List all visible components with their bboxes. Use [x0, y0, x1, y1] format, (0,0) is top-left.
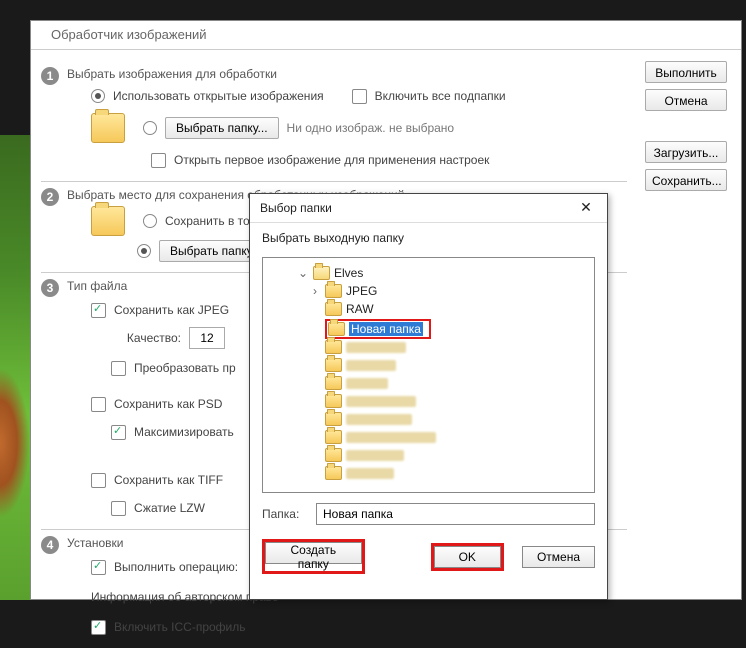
- execute-button[interactable]: Выполнить: [645, 61, 727, 83]
- folder-icon: [325, 430, 342, 444]
- section-select-images: 1 Выбрать изображения для обработки Испо…: [41, 61, 627, 182]
- radio-choose-folder[interactable]: [137, 244, 151, 258]
- folder-icon: [325, 466, 342, 480]
- label-save-psd: Сохранить как PSD: [114, 397, 222, 411]
- tree-item[interactable]: JPEG: [346, 284, 377, 298]
- folder-icon: [313, 266, 330, 280]
- folder-icon: [325, 394, 342, 408]
- checkbox-include-subfolders[interactable]: [352, 89, 367, 104]
- folder-icon: [325, 340, 342, 354]
- save-button[interactable]: Сохранить...: [645, 169, 727, 191]
- folder-icon: [325, 358, 342, 372]
- folder-icon: [325, 376, 342, 390]
- dialog-subtitle: Выбрать выходную папку: [250, 223, 607, 251]
- create-folder-highlight: Создать папку: [262, 539, 365, 574]
- select-folder-button-1[interactable]: Выбрать папку...: [165, 117, 279, 139]
- step-3-badge: 3: [41, 279, 59, 297]
- blurred-item: [346, 450, 404, 461]
- label-convert-profile: Преобразовать пр: [134, 361, 236, 375]
- label-include-icc: Включить ICC-профиль: [114, 620, 246, 634]
- folder-icon: [325, 448, 342, 462]
- folder-icon: [325, 284, 342, 298]
- radio-select-folder[interactable]: [143, 121, 157, 135]
- background-photo: [0, 135, 31, 600]
- step-1-title: Выбрать изображения для обработки: [41, 67, 627, 81]
- checkbox-run-action[interactable]: [91, 560, 106, 575]
- blurred-item: [346, 378, 388, 389]
- blurred-item: [346, 468, 394, 479]
- blurred-item: [346, 414, 412, 425]
- label-quality: Качество:: [111, 331, 181, 345]
- chevron-right-icon[interactable]: ›: [309, 284, 321, 298]
- cancel-button[interactable]: Отмена: [645, 89, 727, 111]
- checkbox-save-tiff[interactable]: [91, 473, 106, 488]
- blurred-item: [346, 432, 436, 443]
- folder-icon: [325, 412, 342, 426]
- checkbox-convert-profile[interactable]: [111, 361, 126, 376]
- folder-name-input[interactable]: [316, 503, 595, 525]
- quality-input[interactable]: [189, 327, 225, 349]
- load-button[interactable]: Загрузить...: [645, 141, 727, 163]
- no-image-selected-text: Ни одно изображ. не выбрано: [287, 121, 455, 135]
- checkbox-save-jpeg[interactable]: [91, 303, 106, 318]
- radio-same-location[interactable]: [143, 214, 157, 228]
- tree-item[interactable]: RAW: [346, 302, 374, 316]
- checkbox-open-first[interactable]: [151, 153, 166, 168]
- checkbox-maximize-compat[interactable]: [111, 425, 126, 440]
- new-folder-highlight: Новая папка: [325, 319, 431, 339]
- checkbox-save-psd[interactable]: [91, 397, 106, 412]
- new-folder-editing[interactable]: Новая папка: [349, 322, 423, 336]
- chevron-down-icon[interactable]: ⌄: [297, 266, 309, 280]
- tree-root[interactable]: Elves: [334, 266, 363, 280]
- label-run-action: Выполнить операцию:: [114, 560, 238, 574]
- blurred-item: [346, 342, 406, 353]
- checkbox-include-icc[interactable]: [91, 620, 106, 635]
- checkbox-lzw[interactable]: [111, 501, 126, 516]
- folder-icon: [328, 322, 345, 336]
- label-include-subfolders: Включить все подпапки: [375, 89, 506, 103]
- folder-field-label: Папка:: [262, 507, 306, 521]
- label-save-tiff: Сохранить как TIFF: [114, 473, 223, 487]
- dialog-cancel-button[interactable]: Отмена: [522, 546, 595, 568]
- label-use-open-images: Использовать открытые изображения: [113, 89, 324, 103]
- label-lzw: Сжатие LZW: [134, 501, 205, 515]
- dialog-title: Выбор папки: [260, 201, 332, 215]
- blurred-item: [346, 396, 416, 407]
- radio-use-open-images[interactable]: [91, 89, 105, 103]
- ok-highlight: OK: [431, 543, 504, 571]
- label-maximize: Максимизировать: [134, 425, 234, 439]
- step-4-badge: 4: [41, 536, 59, 554]
- folder-tree[interactable]: ⌄ Elves › JPEG RAW Новая папка: [262, 257, 595, 493]
- blurred-item: [346, 360, 396, 371]
- folder-icon: [91, 206, 125, 236]
- folder-icon: [91, 113, 125, 143]
- step-1-badge: 1: [41, 67, 59, 85]
- folder-icon: [325, 302, 342, 316]
- ok-button[interactable]: OK: [434, 546, 501, 568]
- close-icon[interactable]: ✕: [573, 198, 599, 218]
- label-open-first: Открыть первое изображение для применени…: [174, 153, 489, 167]
- window-title: Обработчик изображений: [31, 21, 741, 50]
- step-2-badge: 2: [41, 188, 59, 206]
- create-folder-button[interactable]: Создать папку: [265, 542, 362, 564]
- label-save-jpeg: Сохранить как JPEG: [114, 303, 229, 317]
- folder-picker-dialog: Выбор папки ✕ Выбрать выходную папку ⌄ E…: [249, 193, 608, 600]
